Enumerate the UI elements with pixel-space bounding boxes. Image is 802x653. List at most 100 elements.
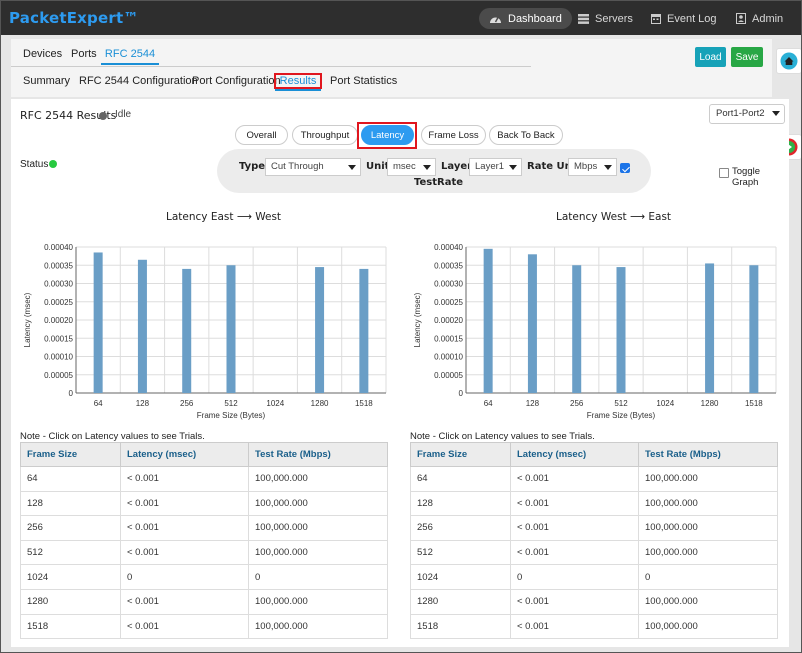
latency-cell[interactable]: < 0.001 [510,539,639,566]
test-rate-cell: 100,000.000 [248,588,388,615]
nav-servers-label: Servers [595,12,633,25]
latency-highlight-box [357,122,417,149]
latency-cell[interactable]: < 0.001 [120,613,249,640]
tab-ports[interactable]: Ports [71,43,97,65]
latency-east-west-chart: 0 0.00005 0.00010 0.00015 0.00020 0.00025 0.00… [23,243,387,420]
test-rate-cell: 100,000.000 [248,539,388,566]
table-row: 64 < 0.001 100,000.000 [410,466,778,492]
nav-admin[interactable]: Admin [736,8,783,29]
chart-west-east-title: Latency West ⟶ East [556,211,672,223]
frame-size-cell: 64 [20,466,121,492]
latency-cell[interactable]: < 0.001 [510,613,639,640]
nav-servers[interactable]: Servers [578,8,633,29]
bar-64 [483,248,493,393]
chevron-down-icon [604,165,612,170]
type-select[interactable]: Cut Through [265,158,361,176]
table-row: 1280 < 0.001 100,000.000 [20,588,388,615]
testrate-label: TestRate [414,177,464,188]
test-rate-cell: 100,000.000 [638,466,778,492]
table-row: 64 < 0.001 100,000.000 [20,466,388,492]
tab-results-label: Results [273,73,323,89]
col-frame-size: Frame Size [410,442,511,467]
y-tick-label: 0.00030 [434,280,463,289]
layer-select[interactable]: Layer1 [469,158,522,176]
y-tick-label: 0 [69,389,74,398]
nav-event-log[interactable]: Event Log [651,8,717,29]
frame-size-cell: 512 [410,539,511,566]
pill-back-to-back[interactable]: Back To Back [489,125,563,145]
latency-cell[interactable]: < 0.001 [120,490,249,517]
save-button[interactable]: Save [731,47,763,67]
frame-size-cell: 1518 [20,613,121,640]
testrate-checkbox[interactable] [620,163,630,173]
y-tick-label: 0.00035 [44,261,73,270]
tab-divider [11,66,531,67]
unit-select[interactable]: msec [387,158,436,176]
bar-256 [182,268,192,393]
latency-cell[interactable]: < 0.001 [510,490,639,517]
load-button[interactable]: Load [695,47,726,67]
header-card: Devices Ports RFC 2544 Summary RFC 2544 … [11,39,772,97]
test-rate-cell: 100,000.000 [638,539,778,566]
y-axis-title: Latency (msec) [23,292,32,347]
test-rate-cell: 100,000.000 [638,515,778,541]
y-tick-label: 0 [459,389,464,398]
x-axis-title: Frame Size (Bytes) [587,411,656,420]
latency-cell[interactable]: < 0.001 [120,539,249,566]
table-row: 1024 0 0 [410,564,778,590]
side-home-button[interactable] [776,48,802,74]
tab-results[interactable]: Results [273,71,323,91]
toggle-graph-checkbox[interactable] [719,168,729,178]
pill-overall[interactable]: Overall [235,125,288,145]
table-row: 256 < 0.001 100,000.000 [410,515,778,541]
calendar-icon [651,14,661,24]
frame-size-cell: 128 [20,490,121,517]
col-frame-size: Frame Size [20,442,121,467]
pill-frame-loss[interactable]: Frame Loss [421,125,486,145]
bar-1280 [315,267,325,393]
latency-cell[interactable]: 0 [510,564,639,590]
test-rate-cell: 100,000.000 [248,515,388,541]
y-tick-label: 0.00010 [44,353,73,362]
latency-cell[interactable]: < 0.001 [120,588,249,615]
brand-logo[interactable]: PacketExpert™ [9,9,139,27]
x-axis-title: Frame Size (Bytes) [197,411,266,420]
port-pair-select[interactable]: Port1-Port2 [709,104,785,124]
nav-dashboard[interactable]: Dashboard [479,8,572,29]
table-row: 1024 0 0 [20,564,388,590]
tab-port-statistics[interactable]: Port Statistics [330,71,397,91]
tab-summary[interactable]: Summary [23,71,70,91]
table-row: 128 < 0.001 100,000.000 [410,490,778,517]
latency-table-west: Frame Size Latency (msec) Test Rate (Mbp… [410,442,778,640]
latency-cell[interactable]: < 0.001 [510,466,639,492]
x-tick-label: 1280 [311,399,329,408]
table-row: 256 < 0.001 100,000.000 [20,515,388,541]
latency-cell[interactable]: 0 [120,564,249,590]
tab-devices[interactable]: Devices [23,43,62,65]
latency-cell[interactable]: < 0.001 [120,466,249,492]
table-row: 512 < 0.001 100,000.000 [410,539,778,566]
test-rate-cell: 100,000.000 [248,490,388,517]
tab-rfc2544-configuration[interactable]: RFC 2544 Configuration [79,71,198,91]
table-row: 512 < 0.001 100,000.000 [20,539,388,566]
test-rate-cell: 0 [638,564,778,590]
rate-unit-select[interactable]: Mbps [568,158,617,176]
toggle-graph-label: Toggle Graph [732,166,760,188]
x-tick-label: 128 [526,399,540,408]
x-tick-label: 1280 [701,399,719,408]
frame-size-cell: 1024 [410,564,511,590]
latency-cell[interactable]: < 0.001 [510,515,639,541]
bar-1518 [749,265,759,393]
options-bar: Type Cut Through Unit msec Layer Layer1 … [217,149,651,193]
tab-rfc2544[interactable]: RFC 2544 [101,43,159,65]
test-rate-cell: 100,000.000 [248,613,388,640]
unit-label: Unit [366,161,390,172]
tab-port-configuration[interactable]: Port Configuration [192,71,281,91]
nav-dashboard-label: Dashboard [508,12,562,25]
pill-throughput[interactable]: Throughput [292,125,358,145]
idle-label: Idle [115,109,132,120]
latency-cell[interactable]: < 0.001 [120,515,249,541]
latency-cell[interactable]: < 0.001 [510,588,639,615]
table-row: 1518 < 0.001 100,000.000 [20,613,388,640]
latency-table-east: Frame Size Latency (msec) Test Rate (Mbp… [20,442,388,640]
